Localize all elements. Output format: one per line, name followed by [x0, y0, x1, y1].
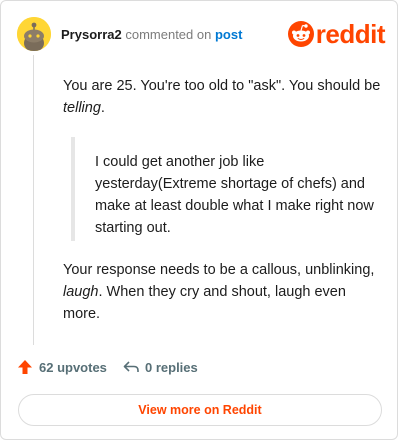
- comment-actions: 62 upvotes 0 replies: [17, 359, 377, 379]
- view-more-button[interactable]: View more on Reddit: [18, 394, 382, 426]
- action-text: commented on: [125, 27, 212, 42]
- paragraph-2-text: Your response needs to be a callous, unb…: [63, 262, 375, 278]
- comment-header: Prysorra2 commented on post reddit: [17, 17, 386, 51]
- user-avatar-icon[interactable]: [17, 17, 51, 51]
- comment-paragraph-2: Your response needs to be a callous, unb…: [63, 259, 383, 325]
- paragraph-1-emphasis: telling: [63, 100, 101, 116]
- paragraph-1-text: You are 25. You're too old to "ask". You…: [63, 78, 381, 94]
- reddit-wordmark: reddit: [315, 19, 386, 49]
- blockquote: I could get another job like yesterday(E…: [71, 137, 374, 241]
- comment-paragraph-1: You are 25. You're too old to "ask". You…: [63, 75, 383, 119]
- paragraph-2-emphasis: laugh: [63, 284, 99, 300]
- upvote-arrow-icon: [18, 360, 32, 374]
- reddit-logo[interactable]: reddit: [287, 19, 386, 49]
- username-link[interactable]: Prysorra2: [61, 27, 122, 42]
- post-link[interactable]: post: [215, 27, 242, 42]
- replies-button[interactable]: 0 replies: [123, 359, 198, 375]
- upvotes-button[interactable]: 62 upvotes: [17, 359, 107, 375]
- comment-embed-card: Prysorra2 commented on post reddit You a…: [0, 0, 398, 440]
- reply-arrow-icon: [123, 361, 139, 372]
- comment-meta: Prysorra2 commented on post: [61, 27, 242, 43]
- upvotes-count: 62 upvotes: [39, 359, 107, 375]
- paragraph-1-end: .: [100, 100, 105, 116]
- replies-count: 0 replies: [145, 359, 198, 375]
- thread-line: [33, 55, 34, 345]
- reddit-logo-icon: [287, 21, 314, 47]
- blockquote-text: I could get another job like yesterday(E…: [95, 154, 374, 236]
- paragraph-2-end: . When they cry and shout, laugh even mo…: [63, 284, 346, 322]
